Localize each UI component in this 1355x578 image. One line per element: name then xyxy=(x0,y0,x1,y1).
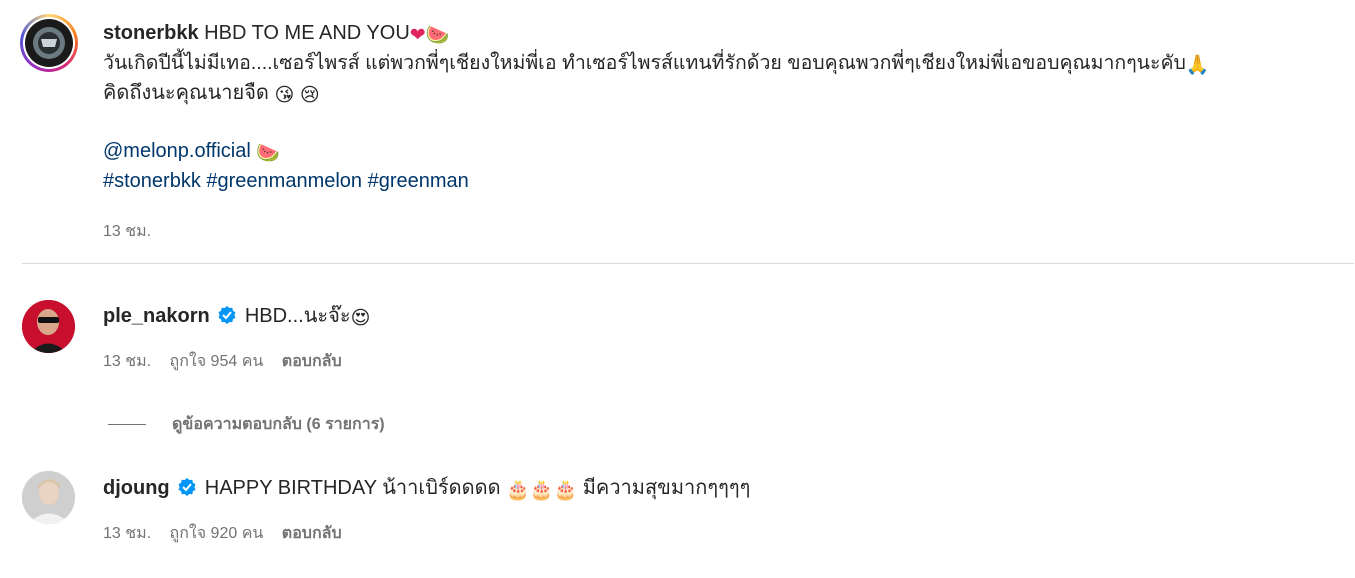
watermelon-icon: 🍉 xyxy=(425,24,450,46)
caption-body-line-1: วันเกิดปีนี้ไม่มีเทอ....เซอร์ไพรส์ แต่พว… xyxy=(103,49,1325,79)
comment-text: HBD...นะจ๊ะ xyxy=(244,305,351,327)
caption-body-line-2: คิดถึงนะคุณนายจืด 😘 😢 xyxy=(103,79,1325,109)
mention-link[interactable]: @melonp.official xyxy=(103,140,251,162)
kiss-face-icon: 😘 xyxy=(274,84,295,106)
pray-icon: 🙏 xyxy=(1185,54,1210,76)
caption-title: HBD TO ME AND YOU xyxy=(204,22,410,44)
comment-line: djoung HAPPY BIRTHDAY น้าาเบิร์ดดดด 🎂🎂🎂 … xyxy=(103,474,1325,504)
verified-badge-icon xyxy=(218,306,236,324)
divider xyxy=(22,263,1354,264)
avatar-ple-nakorn-image xyxy=(22,300,75,353)
comment-likes[interactable]: ถูกใจ 954 คน xyxy=(170,353,264,370)
caption-text-1: วันเกิดปีนี้ไม่มีเทอ....เซอร์ไพรส์ แต่พว… xyxy=(103,52,1186,74)
comment-text: HAPPY BIRTHDAY น้าาเบิร์ดดดด xyxy=(204,477,501,499)
avatar-djoung-image xyxy=(22,471,75,524)
post-username[interactable]: stonerbkk xyxy=(103,22,199,44)
cake-icon: 🎂 xyxy=(506,479,530,501)
watermelon-icon: 🍉 xyxy=(256,142,281,164)
caption-title-line: stonerbkk HBD TO ME AND YOU❤🍉 xyxy=(103,19,1325,49)
comment-username[interactable]: ple_nakorn xyxy=(103,305,210,327)
caption-mention-line: @melonp.official 🍉 xyxy=(103,137,1325,167)
avatar-ple-nakorn[interactable] xyxy=(22,300,75,353)
reply-button[interactable]: ตอบกลับ xyxy=(282,525,342,542)
view-replies-button[interactable]: ดูข้อความตอบกลับ (6 รายการ) xyxy=(108,412,385,437)
post-meta: 13 ชม. xyxy=(103,222,1325,242)
avatar-stonerbkk-image xyxy=(25,19,73,67)
avatar-djoung[interactable] xyxy=(22,471,75,524)
avatar-stonerbkk[interactable] xyxy=(20,14,78,72)
heart-eyes-icon: 😍 xyxy=(350,307,371,329)
comment-username[interactable]: djoung xyxy=(103,477,170,499)
comment-meta: 13 ชม. ถูกใจ 954 คน ตอบกลับ xyxy=(103,352,1325,372)
verified-badge-icon xyxy=(178,478,196,496)
view-replies-label: ดูข้อความตอบกลับ (6 รายการ) xyxy=(172,416,385,433)
post-time[interactable]: 13 ชม. xyxy=(103,223,151,240)
comment-meta: 13 ชม. ถูกใจ 920 คน ตอบกลับ xyxy=(103,524,1325,544)
cake-icon: 🎂 xyxy=(529,479,554,501)
comment-line: ple_nakorn HBD...นะจ๊ะ😍 xyxy=(103,302,1325,332)
sad-face-icon: 😢 xyxy=(299,84,320,106)
comment-time[interactable]: 13 ชม. xyxy=(103,353,151,370)
cake-icon: 🎂 xyxy=(553,479,578,501)
view-replies-line xyxy=(108,424,146,425)
heart-icon: ❤ xyxy=(409,24,426,46)
comment-likes[interactable]: ถูกใจ 920 คน xyxy=(170,525,264,542)
comment-text-after: มีความสุขมากๆๆๆๆ xyxy=(582,477,751,499)
caption-text-2: คิดถึงนะคุณนายจืด xyxy=(103,82,269,104)
reply-button[interactable]: ตอบกลับ xyxy=(282,353,342,370)
comment-time[interactable]: 13 ชม. xyxy=(103,525,151,542)
hashtags-link[interactable]: #stonerbkk #greenmanmelon #greenman xyxy=(103,167,1325,195)
